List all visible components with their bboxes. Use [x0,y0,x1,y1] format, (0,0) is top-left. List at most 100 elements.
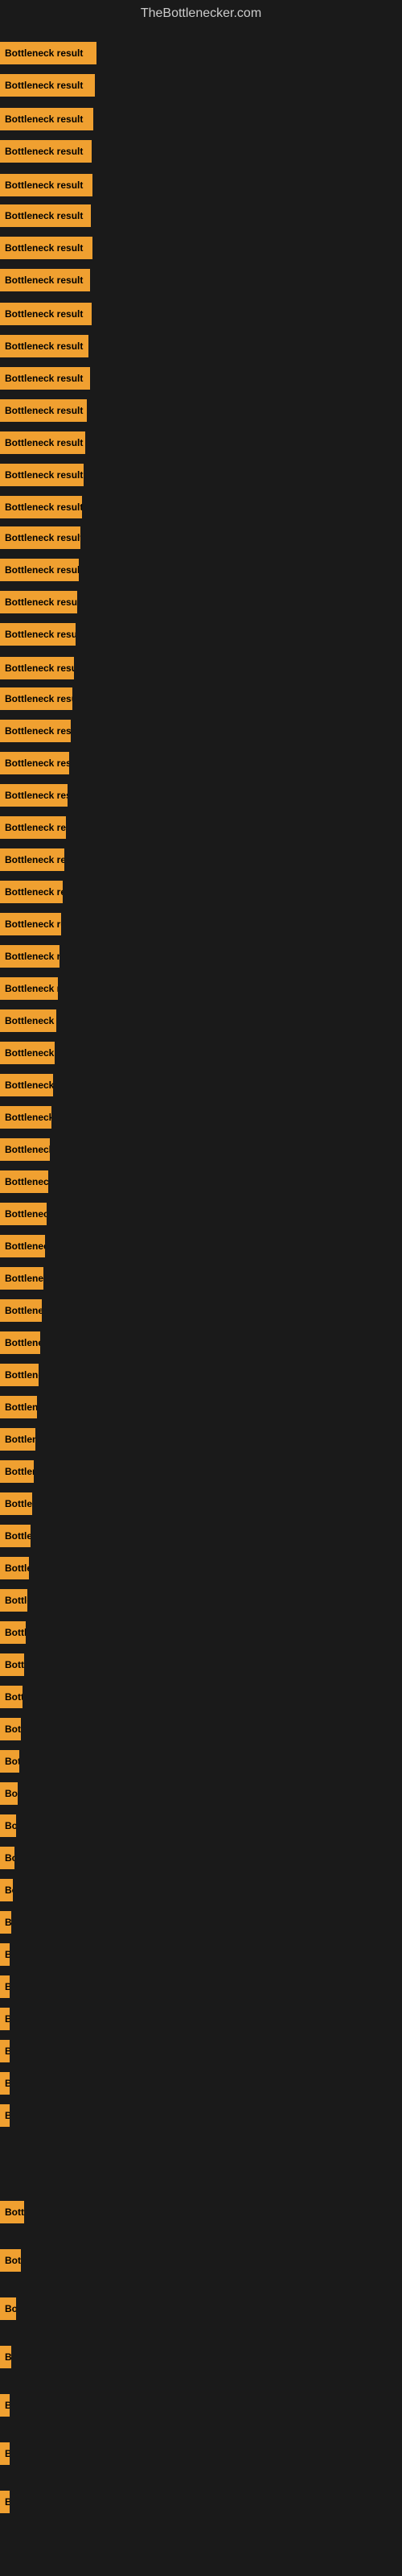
bottleneck-bar[interactable]: Bottleneck result [0,848,64,871]
bar-label: Bottleneck result [5,1498,32,1509]
bar-label: Bottleneck result [5,790,68,801]
bottleneck-bar[interactable]: Bottleneck result [0,881,63,903]
chart-area: Bottleneck result Bottleneck result Bottle… [0,27,402,2563]
bottleneck-bar[interactable]: Bottleneck result [0,913,61,935]
bottleneck-bar[interactable]: Bottleneck result [0,2201,24,2223]
bar-row: Bottleneck result [0,74,95,97]
bottleneck-bar[interactable]: Bottleneck result [0,816,66,839]
bottleneck-bar[interactable]: Bottleneck result [0,1396,37,1418]
bottleneck-bar[interactable]: Bottleneck result [0,1170,48,1193]
bar-row: Bottleneck result [0,1782,18,1805]
bottleneck-bar[interactable]: Bottleneck result [0,1299,42,1322]
bottleneck-bar[interactable]: Bottleneck result [0,269,90,291]
bottleneck-bar[interactable]: Bottleneck result [0,1460,34,1483]
bar-row: Bottleneck result [0,303,92,325]
bar-label: Bottleneck result [5,1208,47,1220]
bottleneck-bar[interactable]: Bottleneck result [0,1621,26,1644]
bottleneck-bar[interactable]: Bottleneck result [0,1009,56,1032]
bar-label: Bottleneck result [5,822,66,833]
bottleneck-bar[interactable]: Bottleneck result [0,335,88,357]
bar-row: Bottleneck result [0,1428,35,1451]
bottleneck-bar[interactable]: Bottleneck result [0,1911,11,1934]
bottleneck-bar[interactable]: Bottleneck result [0,367,90,390]
bottleneck-bar[interactable]: Bottleneck result [0,1525,31,1547]
bottleneck-bar[interactable]: Bottleneck result [0,1203,47,1225]
bottleneck-bar[interactable]: Bottleneck result [0,1718,21,1740]
bottleneck-bar[interactable]: Bottleneck result [0,1975,10,1998]
bottleneck-bar[interactable]: Bottleneck result [0,1138,50,1161]
bar-row: Bottleneck result [0,1138,50,1161]
bottleneck-bar[interactable]: Bottleneck result [0,1653,24,1676]
bar-row: Bottleneck result [0,1364,39,1386]
bottleneck-bar[interactable]: Bottleneck result [0,1106,51,1129]
bottleneck-bar[interactable]: Bottleneck result [0,496,82,518]
bar-label: Bottleneck result [5,854,64,865]
bottleneck-bar[interactable]: Bottleneck result [0,204,91,227]
bottleneck-bar[interactable]: Bottleneck result [0,1492,32,1515]
bar-row: Bottleneck result [0,2297,16,2320]
bottleneck-bar[interactable]: Bottleneck result [0,464,84,486]
bottleneck-bar[interactable]: Bottleneck result [0,1074,53,1096]
bottleneck-bar[interactable]: Bottleneck result [0,1331,40,1354]
bottleneck-bar[interactable]: Bottleneck result [0,2346,11,2368]
bottleneck-bar[interactable]: Bottleneck result [0,591,77,613]
bottleneck-bar[interactable]: Bottleneck result [0,237,92,259]
bottleneck-bar[interactable]: Bottleneck result [0,687,72,710]
bar-row: Bottleneck result [0,1267,43,1290]
bottleneck-bar[interactable]: Bottleneck result [0,752,69,774]
bar-label: Bottleneck result [5,983,58,994]
bottleneck-bar[interactable]: Bottleneck result [0,1235,45,1257]
bottleneck-bar[interactable]: Bottleneck result [0,1879,13,1901]
bar-label: Bottleneck result [5,1402,37,1413]
bottleneck-bar[interactable]: Bottleneck result [0,108,93,130]
bar-label: Bottleneck result [5,758,69,769]
bottleneck-bar[interactable]: Bottleneck result [0,720,71,742]
bottleneck-bar[interactable]: Bottleneck result [0,945,59,968]
bar-row: Bottleneck result [0,1686,23,1708]
bottleneck-bar[interactable]: Bottleneck result [0,1814,16,1837]
bottleneck-bar[interactable]: Bottleneck result [0,2104,10,2127]
bottleneck-bar[interactable]: Bottleneck result [0,1364,39,1386]
bottleneck-bar[interactable]: Bottleneck result [0,1943,10,1966]
bottleneck-bar[interactable]: Bottleneck result [0,2394,10,2417]
bottleneck-bar[interactable]: Bottleneck result [0,1686,23,1708]
bottleneck-bar[interactable]: Bottleneck result [0,303,92,325]
bottleneck-bar[interactable]: Bottleneck result [0,2008,10,2030]
bottleneck-bar[interactable]: Bottleneck result [0,140,92,163]
bottleneck-bar[interactable]: Bottleneck result [0,74,95,97]
bottleneck-bar[interactable]: Bottleneck result [0,2040,10,2062]
bottleneck-bar[interactable]: Bottleneck result [0,2072,10,2095]
bottleneck-bar[interactable]: Bottleneck result [0,559,79,581]
bottleneck-bar[interactable]: Bottleneck result [0,1750,19,1773]
bottleneck-bar[interactable]: Bottleneck result [0,977,58,1000]
bottleneck-bar[interactable]: Bottleneck result [0,784,68,807]
bottleneck-bar[interactable]: Bottleneck result [0,2249,21,2272]
bottleneck-bar[interactable]: Bottleneck result [0,1267,43,1290]
bottleneck-bar[interactable]: Bottleneck result [0,2297,16,2320]
bottleneck-bar[interactable]: Bottleneck result [0,2442,10,2465]
bottleneck-bar[interactable]: Bottleneck result [0,526,80,549]
bottleneck-bar[interactable]: Bottleneck result [0,1557,29,1579]
bar-label: Bottleneck result [5,1820,16,1831]
bottleneck-bar[interactable]: Bottleneck result [0,399,87,422]
bottleneck-bar[interactable]: Bottleneck result [0,657,74,679]
bar-label: Bottleneck result [5,1563,29,1574]
bar-label: Bottleneck result [5,2448,10,2459]
bottleneck-bar[interactable]: Bottleneck result [0,2491,10,2513]
bar-label: Bottleneck result [5,663,74,674]
bottleneck-bar[interactable]: Bottleneck result [0,431,85,454]
bottleneck-bar[interactable]: Bottleneck result [0,1589,27,1612]
bottleneck-bar[interactable]: Bottleneck result [0,1847,14,1869]
bottleneck-bar[interactable]: Bottleneck result [0,42,96,64]
bottleneck-bar[interactable]: Bottleneck result [0,1782,18,1805]
bar-row: Bottleneck result [0,752,69,774]
bar-label: Bottleneck result [5,725,71,737]
bottleneck-bar[interactable]: Bottleneck result [0,174,92,196]
bar-row: Bottleneck result [0,269,90,291]
bar-row: Bottleneck result [0,496,82,518]
bottleneck-bar[interactable]: Bottleneck result [0,1428,35,1451]
bottleneck-bar[interactable]: Bottleneck result [0,623,76,646]
bar-row: Bottleneck result [0,1557,29,1579]
bottleneck-bar[interactable]: Bottleneck result [0,1042,55,1064]
bar-label: Bottleneck result [5,373,83,384]
